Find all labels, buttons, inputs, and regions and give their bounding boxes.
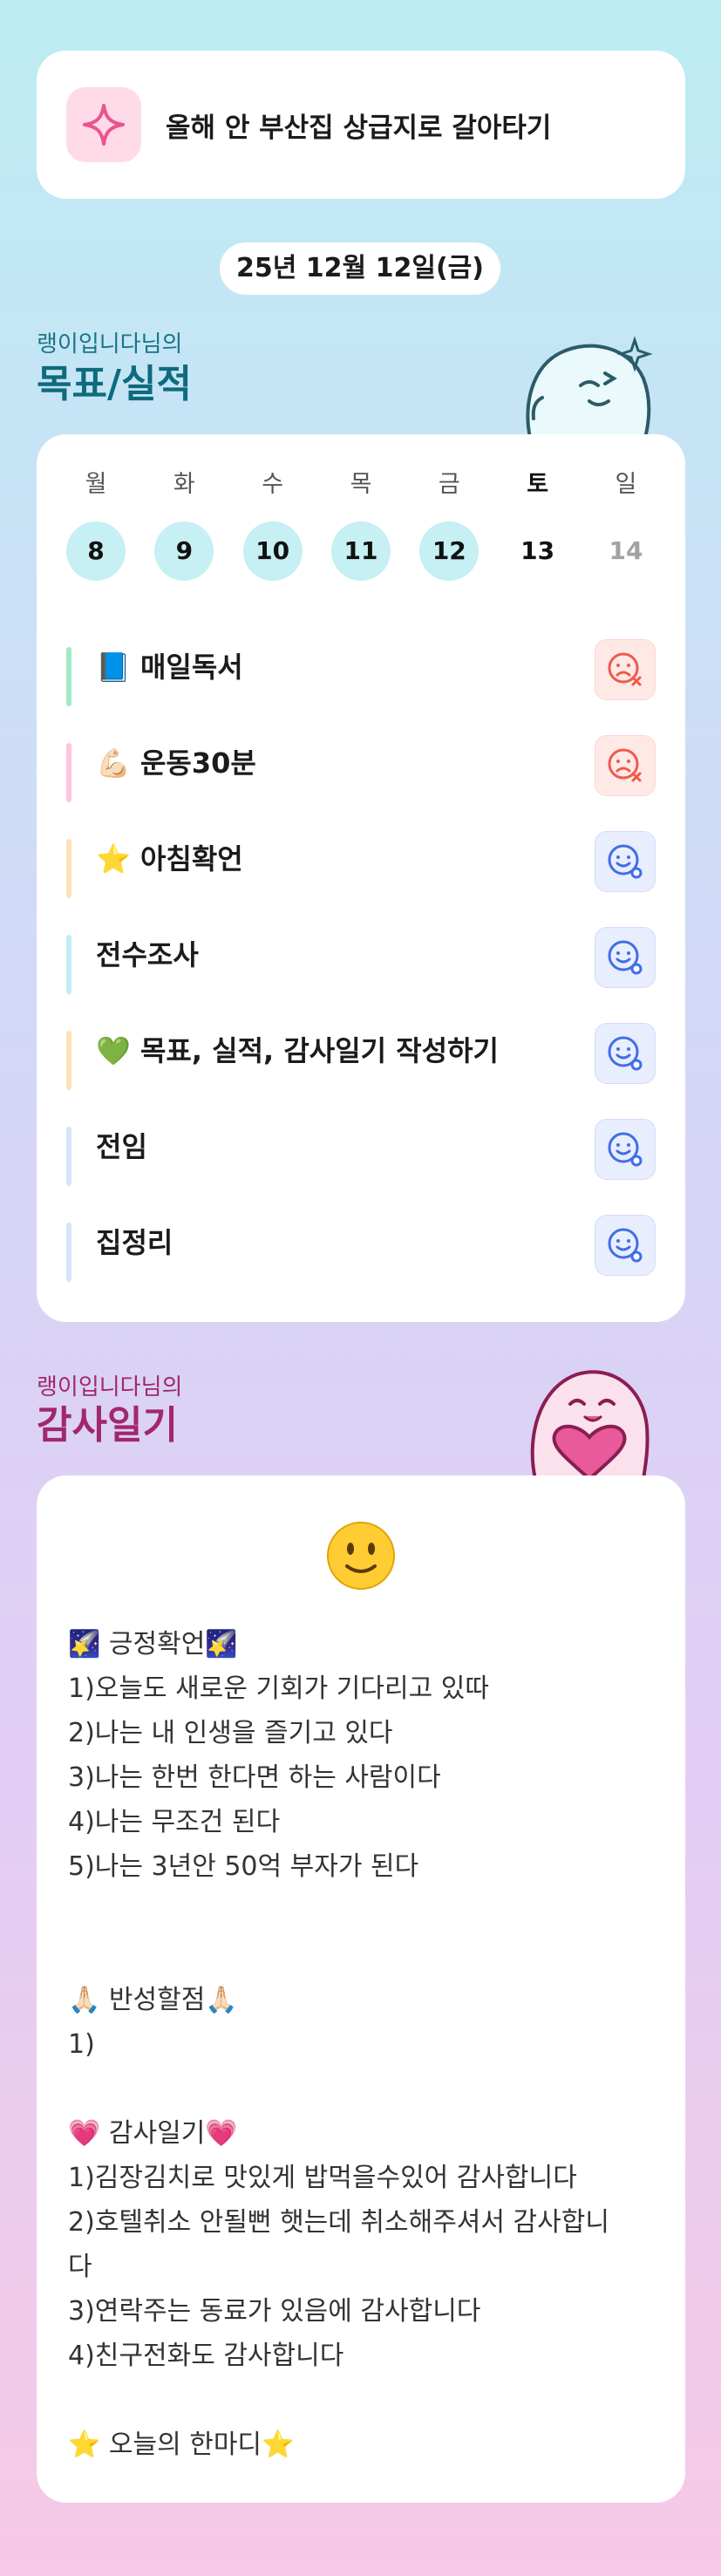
- journal-line: [68, 1933, 670, 1978]
- goals-section-title: 목표/실적: [37, 362, 192, 406]
- habit-row[interactable]: ⭐️ 아침확언: [66, 809, 656, 905]
- day-number: 9: [154, 521, 214, 581]
- journal-line: 2)나는 내 인생을 즐기고 있다: [68, 1718, 393, 1748]
- habit-label: 전수조사: [96, 938, 199, 971]
- day-name: 금: [438, 471, 460, 498]
- journal-line: 5)나는 3년안 50억 부자가 된다: [68, 1851, 419, 1882]
- day-name: 토: [527, 471, 549, 498]
- day-name: 수: [262, 471, 284, 498]
- journal-line: 4)나는 무조건 된다: [68, 1807, 281, 1837]
- habit-color-bar: [66, 647, 71, 706]
- day-sun[interactable]: 일 14: [596, 469, 656, 581]
- habit-color-bar: [66, 935, 71, 994]
- day-name: 월: [85, 471, 107, 498]
- habit-label: 집정리: [96, 1226, 173, 1259]
- habit-row[interactable]: 집정리: [66, 1193, 656, 1289]
- habit-color-bar: [66, 1223, 71, 1282]
- day-name: 목: [350, 471, 372, 498]
- journal-line: [68, 2067, 670, 2111]
- day-thu[interactable]: 목 11: [330, 469, 391, 581]
- journal-line: [68, 2378, 670, 2423]
- sparkle-icon: [66, 87, 141, 162]
- day-number: 14: [609, 536, 643, 565]
- habit-row[interactable]: 📘 매일독서: [66, 617, 656, 713]
- day-fri[interactable]: 금 12: [419, 469, 480, 581]
- journal-line: 3)나는 한번 한다면 하는 사람이다: [68, 1762, 441, 1793]
- journal-line: 3)연락주는 동료가 있음에 감사합니다: [68, 2296, 481, 2327]
- journal-line: 1)김장김치로 맛있게 밥먹을수있어 감사합니다: [68, 2163, 577, 2193]
- habit-label: ⭐️ 아침확언: [96, 842, 243, 876]
- journal-line: [68, 1889, 670, 1933]
- success-face-icon[interactable]: [595, 831, 656, 892]
- day-number: 10: [242, 521, 303, 581]
- journal-line: 💗 감사일기💗: [68, 2118, 238, 2149]
- journal-line: 1): [68, 2029, 95, 2060]
- habit-row[interactable]: 전수조사: [66, 905, 656, 1001]
- day-number: 11: [330, 521, 391, 581]
- fail-face-icon[interactable]: [595, 639, 656, 700]
- habit-color-bar: [66, 1031, 71, 1090]
- week-calendar: 월 8 화 9 수 10 목 11 금 12 토 13 일 14: [66, 469, 656, 581]
- habit-row[interactable]: 전임: [66, 1097, 656, 1193]
- habit-color-bar: [66, 839, 71, 898]
- slightly-smiling-face-icon: [327, 1522, 395, 1590]
- day-number: 8: [66, 521, 126, 581]
- day-wed[interactable]: 수 10: [242, 469, 303, 581]
- journal-line: ⭐️ 오늘의 한마디⭐️: [68, 2429, 295, 2460]
- mascot-heart-illustration: [530, 1370, 650, 1479]
- goal-text: 올해 안 부산집 상급지로 갈아타기: [166, 112, 552, 144]
- day-mon[interactable]: 월 8: [66, 469, 126, 581]
- habit-row[interactable]: 💪🏻 운동30분: [66, 713, 656, 809]
- success-face-icon[interactable]: [595, 1023, 656, 1084]
- day-name: 일: [615, 471, 637, 498]
- journal-line: 2)호텔취소 안될뻔 햇는데 취소해주셔서 감사합니: [68, 2207, 609, 2238]
- success-face-icon[interactable]: [595, 1215, 656, 1276]
- journal-line: 🌠 긍정확언🌠: [68, 1629, 238, 1659]
- day-tue[interactable]: 화 9: [154, 469, 214, 581]
- day-sat[interactable]: 토 13: [508, 469, 568, 581]
- journal-entry-text[interactable]: 🌠 긍정확언🌠 1)오늘도 새로운 기회가 기다리고 있따 2)나는 내 인생을 즐…: [68, 1622, 670, 2467]
- day-name: 화: [173, 471, 195, 498]
- habit-list: 📘 매일독서 💪🏻 운동30분 ⭐️ 아침확언 전수조사 💚 목표, 실적, 감…: [66, 617, 656, 1289]
- journal-line: 🙏🏻 반성할점🙏🏻: [68, 1985, 238, 2015]
- habit-label: 📘 매일독서: [96, 651, 243, 684]
- date-selector[interactable]: 25년 12월 12일(금): [220, 242, 500, 295]
- habit-label: 💪🏻 운동30분: [96, 746, 256, 780]
- journal-panel: 🌠 긍정확언🌠 1)오늘도 새로운 기회가 기다리고 있따 2)나는 내 인생을 즐…: [37, 1475, 685, 2503]
- day-number: 12: [419, 521, 480, 581]
- habit-color-bar: [66, 743, 71, 802]
- journal-section-title: 감사일기: [37, 1403, 178, 1448]
- habit-row[interactable]: 💚 목표, 실적, 감사일기 작성하기: [66, 1001, 656, 1097]
- success-face-icon[interactable]: [595, 1119, 656, 1180]
- goals-panel: 월 8 화 9 수 10 목 11 금 12 토 13 일 14 📘 매일독서 …: [37, 434, 685, 1322]
- goal-banner[interactable]: 올해 안 부산집 상급지로 갈아타기: [37, 51, 685, 199]
- fail-face-icon[interactable]: [595, 735, 656, 796]
- day-number: 13: [520, 536, 555, 565]
- habit-label: 전임: [96, 1130, 147, 1163]
- mascot-wink-illustration: [526, 336, 653, 438]
- success-face-icon[interactable]: [595, 927, 656, 988]
- journal-line: 1)오늘도 새로운 기회가 기다리고 있따: [68, 1673, 489, 1704]
- journal-line: 다: [68, 2252, 92, 2282]
- habit-label: 💚 목표, 실적, 감사일기 작성하기: [96, 1034, 499, 1067]
- journal-line: 4)친구전화도 감사합니다: [68, 2341, 344, 2371]
- habit-color-bar: [66, 1127, 71, 1186]
